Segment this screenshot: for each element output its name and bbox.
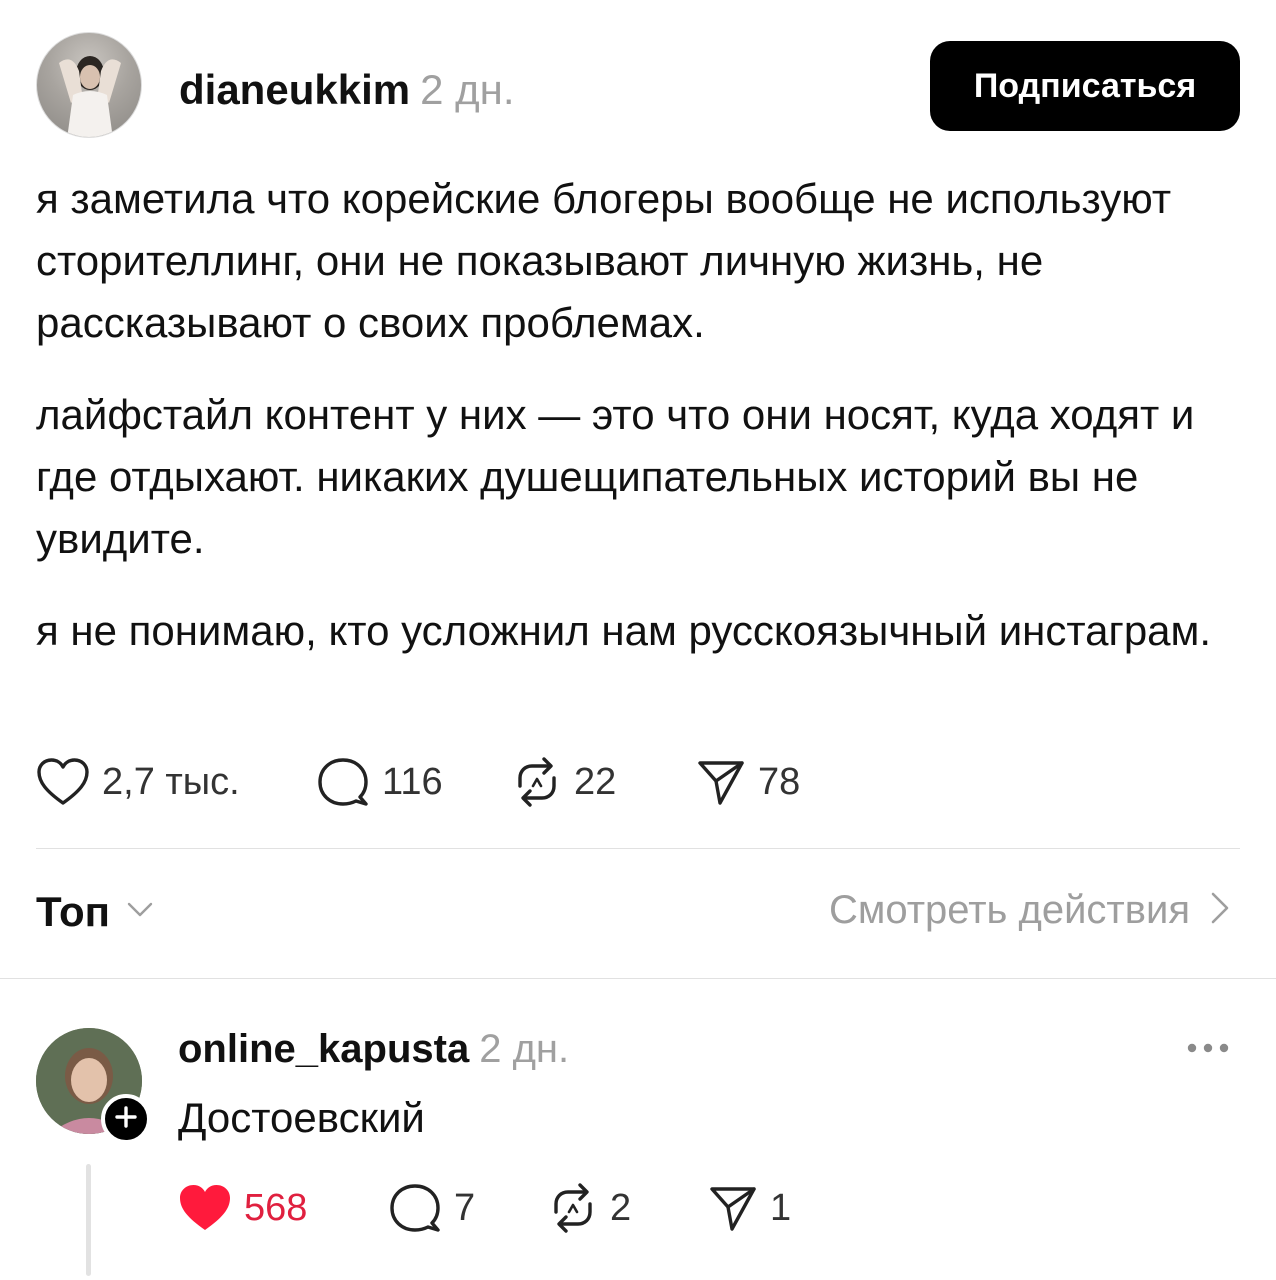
post-header: dianeukkim 2 дн. Подписаться [36,32,1240,142]
plus-icon [114,1105,138,1134]
post-actions: 2,7 тыс. 116 22 78 [36,756,800,808]
chevron-down-icon [126,901,154,924]
follow-plus-button[interactable] [101,1094,151,1144]
like-count: 2,7 тыс. [102,760,240,803]
comment-like-button[interactable]: 568 [178,1183,388,1233]
comment-share-count: 1 [770,1186,792,1229]
avatar[interactable] [36,32,142,138]
sort-label: Топ [36,888,111,935]
follow-button[interactable]: Подписаться [930,41,1240,131]
share-button[interactable]: 78 [696,757,800,807]
thread-page: dianeukkim 2 дн. Подписаться я заметила ч… [0,0,1276,1280]
author-line: dianeukkim 2 дн. [179,66,515,114]
chevron-right-icon [1210,891,1230,930]
view-activity-link[interactable]: Смотреть действия [829,888,1230,933]
comment-share-button[interactable]: 1 [708,1183,791,1233]
post-paragraph: я заметила что корейские блогеры вообще … [36,175,1172,346]
comment-actions: 568 7 2 1 [178,1182,791,1234]
send-icon [708,1183,758,1233]
comment-like-count: 568 [244,1186,308,1229]
author-name[interactable]: dianeukkim [179,66,410,113]
comment-repost-count: 2 [610,1186,632,1229]
comment-author-name[interactable]: online_kapusta [178,1027,469,1071]
repost-button[interactable]: 22 [512,756,696,808]
heart-icon [178,1183,232,1233]
comment-repost-button[interactable]: 2 [548,1182,708,1234]
like-button[interactable]: 2,7 тыс. [36,757,316,807]
post-time: 2 дн. [420,66,515,113]
comment-bubble-icon [316,756,370,808]
sort-dropdown[interactable]: Топ [36,888,154,936]
view-activity-label: Смотреть действия [828,888,1190,932]
comment-count: 116 [382,760,443,803]
more-options-button[interactable] [1186,1036,1230,1060]
divider [0,978,1276,979]
post-paragraph: лайфстайл контент у них — это что они но… [36,391,1195,562]
repost-count: 22 [574,760,617,803]
comment-reply-button[interactable]: 7 [388,1182,548,1234]
more-dots-icon [1186,1043,1230,1064]
replies-toolbar: Топ Смотреть действия [36,888,1230,944]
comment-author-line: online_kapusta 2 дн. [178,1026,569,1072]
comment-button[interactable]: 116 [316,756,512,808]
thread-line [86,1164,91,1276]
comment-text: Достоевский [178,1094,425,1141]
repost-icon [548,1182,598,1234]
divider [36,848,1240,849]
share-count: 78 [758,760,801,803]
comment-bubble-icon [388,1182,442,1234]
post-paragraph: я не понимаю, кто усложнил нам русскоязы… [36,607,1212,654]
heart-icon [36,757,90,807]
send-icon [696,757,746,807]
post-text: я заметила что корейские блогеры вообще … [36,168,1246,692]
comment-time: 2 дн. [479,1027,570,1071]
comment-reply-count: 7 [454,1186,476,1229]
repost-icon [512,756,562,808]
